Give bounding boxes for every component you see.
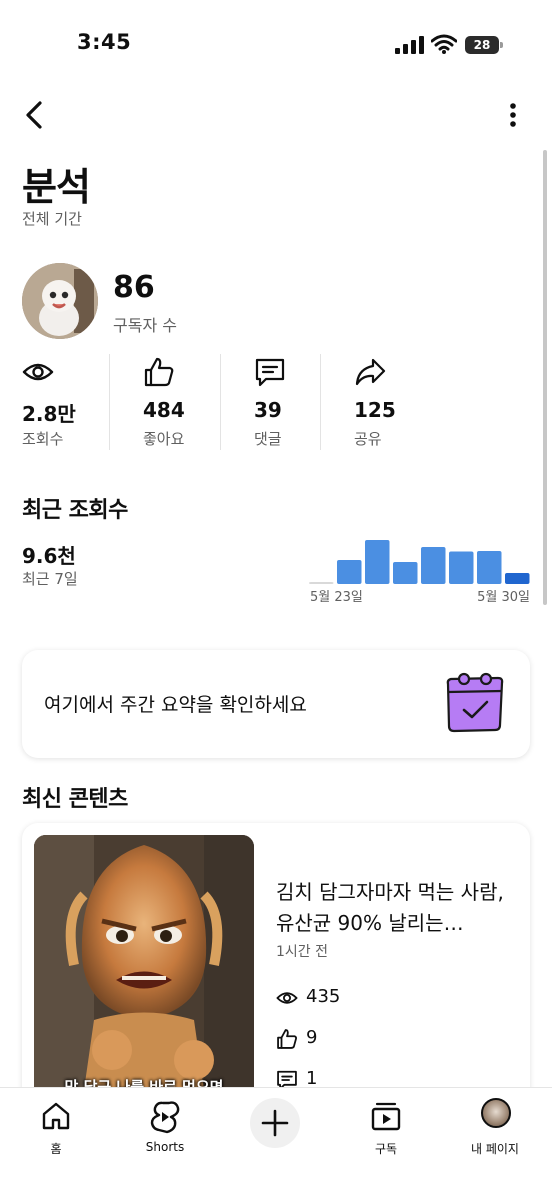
wifi-icon — [431, 34, 457, 54]
stat-label: 댓글 — [254, 430, 282, 448]
avatar-image — [22, 263, 98, 339]
status-bar: 3:45 28 — [0, 0, 552, 90]
chart-bar-4 — [393, 562, 418, 584]
video-thumbnail[interactable]: 막 담근 나를 바로 먹으면 — [34, 835, 254, 1123]
thumbs-up-icon — [277, 1029, 297, 1049]
latest-content-title: 최신 콘텐츠 — [22, 787, 128, 812]
back-button[interactable] — [18, 98, 50, 132]
recent-views-chart[interactable]: 5월 23일 5월 30일 — [308, 532, 532, 607]
video-likes-value: 9 — [306, 1027, 318, 1048]
stat-value: 484 — [143, 398, 185, 422]
nav-shorts[interactable]: Shorts — [120, 1096, 210, 1166]
subscriber-label: 구독자 수 — [113, 316, 177, 335]
battery-level: 28 — [465, 36, 499, 54]
chevron-left-icon — [26, 101, 42, 129]
plus-icon — [261, 1109, 289, 1137]
chart-tick-end: 5월 30일 — [477, 590, 530, 605]
share-icon — [355, 358, 386, 386]
chart-bar-2 — [337, 560, 362, 584]
comment-icon — [255, 358, 285, 387]
nav-home-label: 홈 — [50, 1142, 62, 1156]
chart-bar-7 — [477, 551, 502, 584]
stats-row: 2.8만 조회수 484 좋아요 39 댓글 125 공유 — [0, 352, 552, 450]
chart-bar-1 — [309, 582, 334, 584]
chart-bar-3 — [365, 540, 390, 584]
video-comments-value: 1 — [306, 1068, 318, 1089]
calendar-check-icon — [446, 672, 504, 733]
home-icon — [42, 1102, 70, 1130]
stat-comments[interactable]: 39 댓글 — [254, 352, 314, 450]
status-time: 3:45 — [77, 30, 132, 54]
stat-label: 좋아요 — [143, 430, 185, 448]
subscriber-count: 86 — [113, 270, 155, 305]
period-filter[interactable]: 전체 기간 — [22, 208, 82, 229]
shorts-icon — [150, 1101, 180, 1134]
eye-icon — [276, 992, 298, 1004]
more-vert-icon — [510, 103, 516, 127]
channel-avatar[interactable] — [22, 263, 98, 339]
recent-views-title: 최근 조회수 — [22, 498, 128, 523]
chart-tick-start: 5월 23일 — [310, 590, 363, 605]
battery-icon: 28 — [465, 36, 503, 54]
nav-home[interactable]: 홈 — [11, 1096, 101, 1166]
nav-my-page-label: 내 페이지 — [471, 1142, 519, 1156]
stat-value: 125 — [354, 398, 396, 422]
nav-shorts-label: Shorts — [145, 1140, 185, 1154]
page-title: 분석 — [22, 165, 91, 209]
recent-views-value: 9.6천 — [22, 544, 76, 568]
chart-bar-5 — [421, 547, 446, 584]
chart-bar-6 — [449, 551, 474, 584]
stat-views[interactable]: 2.8만 조회수 — [22, 352, 102, 450]
recent-views-period: 최근 7일 — [22, 570, 78, 588]
nav-subscriptions[interactable]: 구독 — [341, 1096, 431, 1166]
create-button[interactable] — [250, 1098, 300, 1148]
stat-shares[interactable]: 125 공유 — [354, 352, 424, 450]
nav-subscriptions-label: 구독 — [374, 1142, 398, 1156]
stat-likes[interactable]: 484 좋아요 — [143, 352, 213, 450]
stat-label: 조회수 — [22, 430, 64, 448]
profile-avatar — [481, 1098, 511, 1128]
chart-bars — [309, 540, 530, 584]
video-title[interactable]: 김치 담그자마자 먹는 사람, 유산균 90% 날리는… — [276, 877, 512, 939]
thumbs-up-icon — [144, 357, 174, 387]
signal-icon — [395, 36, 424, 54]
weekly-summary-text: 여기에서 주간 요약을 확인하세요 — [44, 694, 307, 716]
bottom-nav: 홈 Shorts 구독 내 페이지 — [0, 1087, 552, 1200]
more-options-button[interactable] — [500, 98, 526, 132]
eye-icon — [22, 363, 54, 381]
stat-value: 2.8만 — [22, 402, 76, 426]
stat-label: 공유 — [354, 430, 382, 448]
weekly-summary-card[interactable]: 여기에서 주간 요약을 확인하세요 — [22, 650, 530, 758]
latest-video-card[interactable]: 막 담근 나를 바로 먹으면 김치 담그자마자 먹는 사람, 유산균 90% 날… — [22, 823, 530, 1123]
video-views-value: 435 — [306, 986, 341, 1007]
nav-my-page[interactable]: 내 페이지 — [450, 1096, 540, 1166]
video-published-time: 1시간 전 — [276, 944, 328, 960]
stat-value: 39 — [254, 398, 282, 422]
subscriptions-icon — [371, 1102, 401, 1131]
chart-bar-8 — [505, 573, 530, 584]
